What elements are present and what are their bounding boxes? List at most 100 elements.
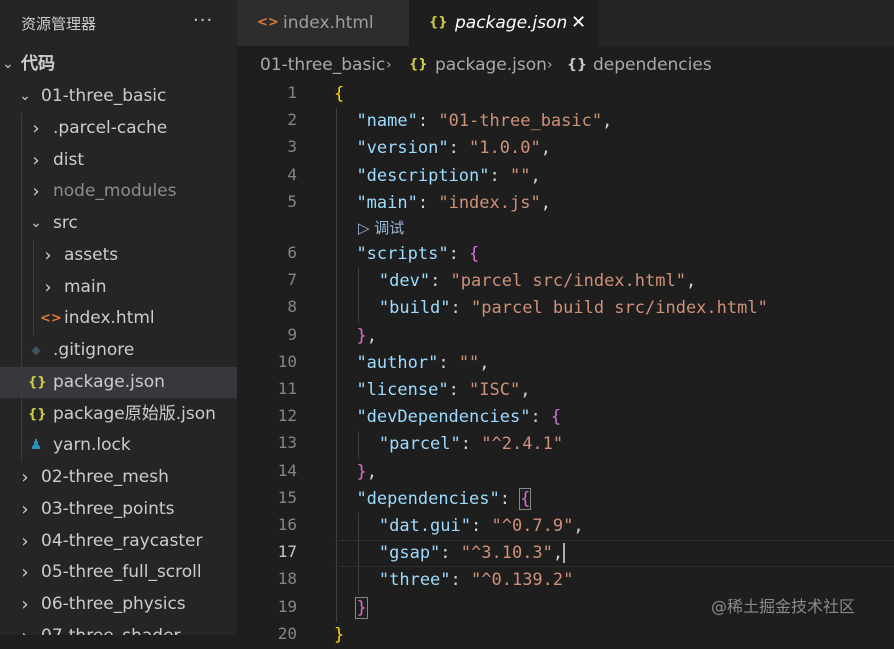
tree-item[interactable]: › 03-three_points [0,494,237,525]
tab-index-html[interactable]: <> index.html [237,0,409,46]
tree-item[interactable]: › node_modules [0,176,237,207]
code-line[interactable]: } [334,622,344,649]
html-file-icon: <> [40,311,62,327]
tree-item[interactable]: › 06-three_physics [0,589,237,620]
code-line[interactable]: "scripts": { [356,241,479,268]
tree-item-label: 01-three_basic [41,86,167,106]
code-token: { [334,84,345,104]
code-token: "name" [356,111,418,132]
chevron-right-icon: › [21,467,29,488]
line-number: 18 [277,569,297,589]
code-line[interactable]: "dependencies": { [356,486,532,513]
json-file-icon: {} [409,57,428,72]
breadcrumb: 01-three_basic › {} package.json › {} de… [237,50,894,80]
breadcrumb-symbol[interactable]: dependencies [593,50,712,80]
line-number: 5 [287,191,297,211]
tree-item[interactable]: › 07-three_shader [0,621,237,635]
code-line[interactable]: "main": "index.js", [356,190,551,217]
ellipsis-icon[interactable]: ··· [193,10,213,31]
code-token: "01-three_basic" [438,111,603,132]
code-editor[interactable]: 1 {2 "name": "01-three_basic", 3 "version": … [237,80,894,645]
tree-item-label: 06-three_physics [41,594,186,614]
code-line[interactable]: "three": "^0.139.2" [379,567,574,594]
line-number: 16 [277,515,297,534]
code-line[interactable]: }, [356,459,377,486]
tree-item[interactable]: › .parcel-cache [0,113,237,144]
code-line[interactable]: "author": "", [356,350,489,377]
tab-bar: <> index.html {} package.json ✕ [237,0,894,46]
code-token: : [417,111,439,132]
code-line[interactable]: "name": "01-three_basic", [356,108,612,135]
code-token: "^3.10.3" [460,543,553,564]
code-line[interactable]: "devDependencies": { [356,404,561,431]
line-number: 12 [277,406,297,426]
code-token: : [530,407,551,428]
code-token: "" [509,165,531,186]
code-token: , [685,271,697,292]
tree-item[interactable]: › 05-three_full_scroll [0,557,237,588]
chevron-right-icon: › [547,57,553,73]
chevron-right-icon: › [21,530,29,552]
code-token: "three" [378,570,451,591]
chevron-right-icon: › [21,498,29,520]
line-number: 11 [277,379,297,398]
code-line[interactable]: }, [356,323,377,350]
code-token: "parcel src/index.html" [450,271,686,292]
chevron-right-icon: › [32,117,40,139]
tree-item[interactable]: {} package原始版.json [0,399,237,430]
tree-item-label: package原始版.json [53,403,216,424]
tree-item[interactable]: › 02-three_mesh [0,462,237,493]
section-header-code[interactable]: ⌄ 代码 [0,49,237,80]
tree-item[interactable]: <> index.html [0,303,237,334]
code-token: : [440,543,461,564]
tab-package-json[interactable]: {} package.json ✕ [409,0,599,46]
code-token: "1.0.0" [469,138,541,159]
code-token: "description" [356,165,490,186]
chevron-right-icon: › [386,57,392,73]
chevron-right-icon: › [32,149,40,171]
code-token: "build" [378,298,451,319]
tree-item[interactable]: ⌄ src [0,208,237,239]
breadcrumb-folder[interactable]: 01-three_basic [260,50,385,80]
code-line[interactable]: "gsap": "^3.10.3", [379,540,566,567]
code-token: "^2.4.1" [481,434,564,455]
chevron-down-icon: ⌄ [2,56,14,72]
tree-item[interactable]: › 04-three_raycaster [0,526,237,557]
close-icon[interactable]: ✕ [571,0,586,46]
tree-item[interactable]: › dist [0,145,237,176]
code-line[interactable]: "version": "1.0.0", [356,135,551,162]
code-token: { [519,487,532,510]
tree-item-label: main [64,276,107,297]
html-file-icon: <> [257,15,279,30]
json-file-icon: {} [429,15,448,30]
chevron-right-icon: › [44,276,52,298]
code-line[interactable]: { [334,81,344,108]
code-line[interactable]: "description": "", [356,163,540,190]
indent-guide [358,431,359,459]
code-line[interactable]: } [355,595,368,622]
tree-indent-guide [21,112,22,462]
tree-item[interactable]: ⌄ 01-three_basic [0,81,237,112]
tree-item-label: 02-three_mesh [41,467,169,487]
code-line[interactable]: "build": "parcel build src/index.html" [379,295,768,322]
code-line[interactable]: "dat.gui": "^0.7.9", [379,513,584,540]
tree-item-label: assets [64,244,119,265]
code-line[interactable]: "parcel": "^2.4.1" [379,431,563,458]
code-token: , [602,111,613,132]
debug-codelens[interactable]: ▷ 调试 [358,217,404,239]
tree-item-label: 07-three_shader [41,621,181,635]
code-line[interactable]: "license": "ISC", [356,377,530,404]
code-line[interactable]: "dev": "parcel src/index.html", [379,268,696,295]
tree-item[interactable]: ◆ .gitignore [0,335,237,366]
code-token: , [540,138,551,159]
breadcrumb-file[interactable]: package.json [435,50,547,80]
code-token: : [448,244,470,264]
tree-item[interactable]: › assets [0,240,237,271]
chevron-right-icon: › [44,244,52,266]
chevron-right-icon: › [17,621,33,635]
code-token: "parcel build src/index.html" [471,298,768,319]
tree-item-label: yarn.lock [53,435,131,456]
tree-item[interactable]: › main [0,272,237,303]
tree-item[interactable]: ♟ yarn.lock [0,430,237,461]
tree-item[interactable]: {} package.json [0,366,237,398]
